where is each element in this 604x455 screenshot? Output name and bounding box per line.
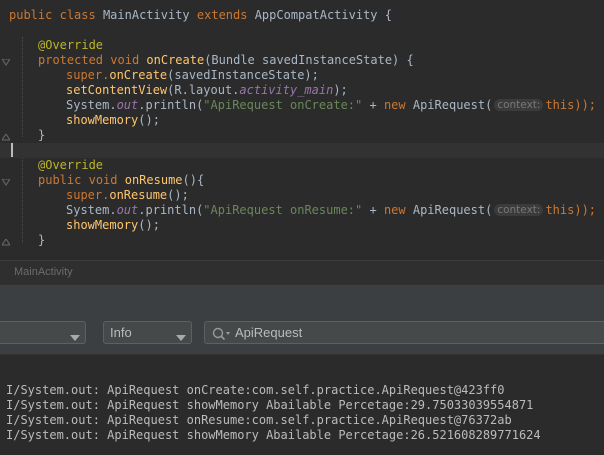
param-hint: context: <box>494 204 544 216</box>
chevron-down-icon <box>176 329 186 344</box>
code-line-1[interactable]: public class MainActivity extends AppCom… <box>0 8 604 23</box>
code-line-13[interactable]: System.out.println("ApiRequest onResume:… <box>0 203 604 218</box>
code-line-4[interactable]: super.onCreate(savedInstanceState); <box>0 68 604 83</box>
param-hint: context: <box>494 99 544 111</box>
code-line-14[interactable]: showMemory(); <box>0 218 604 233</box>
code-line-8[interactable]: } <box>0 128 604 143</box>
code-line-3[interactable]: protected void onCreate(Bundle savedInst… <box>0 53 604 68</box>
logcat-panel-header <box>0 284 604 314</box>
logcat-search[interactable] <box>204 321 604 344</box>
code-line-10[interactable]: @Override <box>0 158 604 173</box>
logcat-output[interactable]: I/System.out: ApiRequest onCreate:com.se… <box>0 354 604 455</box>
log-line[interactable]: I/System.out: ApiRequest onCreate:com.se… <box>6 383 505 398</box>
code-line-12[interactable]: super.onResume(); <box>0 188 604 203</box>
breadcrumb[interactable]: MainActivity <box>14 266 73 278</box>
code-line-5[interactable]: setContentView(R.layout.activity_main); <box>0 83 604 98</box>
code-line-current[interactable] <box>0 143 604 158</box>
search-icon <box>212 326 230 345</box>
logcat-toolbar: Info <box>0 312 604 354</box>
code-line-15[interactable]: } <box>0 233 604 248</box>
code-line-6[interactable]: System.out.println("ApiRequest onCreate:… <box>0 98 604 113</box>
code-line-2[interactable]: @Override <box>0 38 604 53</box>
log-line[interactable]: I/System.out: ApiRequest showMemory Abai… <box>6 428 541 443</box>
code-editor[interactable]: public class MainActivity extends AppCom… <box>0 0 604 260</box>
process-select[interactable] <box>0 321 86 344</box>
log-level-label: Info <box>110 325 132 340</box>
log-line[interactable]: I/System.out: ApiRequest onResume:com.se… <box>6 413 512 428</box>
chevron-down-icon <box>70 329 80 344</box>
log-line[interactable]: I/System.out: ApiRequest showMemory Abai… <box>6 398 533 413</box>
breadcrumb-bar: MainActivity <box>0 260 604 284</box>
code-line-7[interactable]: showMemory(); <box>0 113 604 128</box>
text-caret <box>11 143 13 157</box>
log-level-select[interactable]: Info <box>103 321 192 344</box>
code-line-11[interactable]: public void onResume(){ <box>0 173 604 188</box>
search-input[interactable] <box>235 323 595 342</box>
